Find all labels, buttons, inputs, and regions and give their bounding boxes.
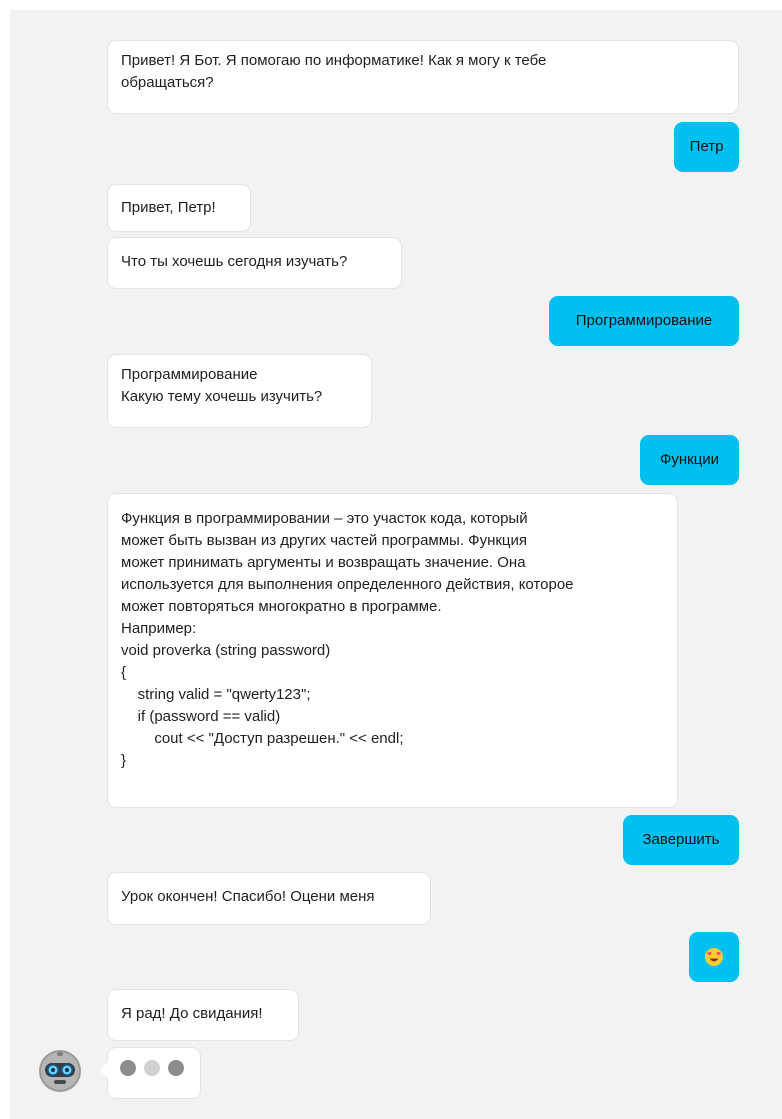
bot-message: Программирование Какую тему хочешь изучи…	[107, 354, 372, 428]
robot-avatar-icon	[36, 1047, 84, 1095]
bot-message: Привет, Петр!	[107, 184, 251, 232]
user-message: Программирование	[549, 296, 739, 346]
user-message: Функции	[640, 435, 739, 485]
bot-message: Привет! Я Бот. Я помогаю по информатике!…	[107, 40, 739, 114]
typing-dot	[120, 1060, 136, 1076]
typing-dot	[144, 1060, 160, 1076]
bot-message: Я рад! До свидания!	[107, 989, 299, 1041]
bot-message: Что ты хочешь сегодня изучать?	[107, 237, 402, 289]
user-message	[689, 932, 739, 982]
user-message: Завершить	[623, 815, 739, 865]
typing-dot	[168, 1060, 184, 1076]
user-message: Петр	[674, 122, 739, 172]
chat-area: Привет! Я Бот. Я помогаю по информатике!…	[10, 10, 782, 1119]
heart-eyes-emoji-icon	[705, 948, 723, 966]
bot-message: Функция в программировании – это участок…	[107, 493, 678, 808]
bubble-tail	[99, 1062, 108, 1078]
typing-indicator	[99, 1047, 201, 1099]
bot-message: Урок окончен! Спасибо! Оцени меня	[107, 872, 431, 925]
